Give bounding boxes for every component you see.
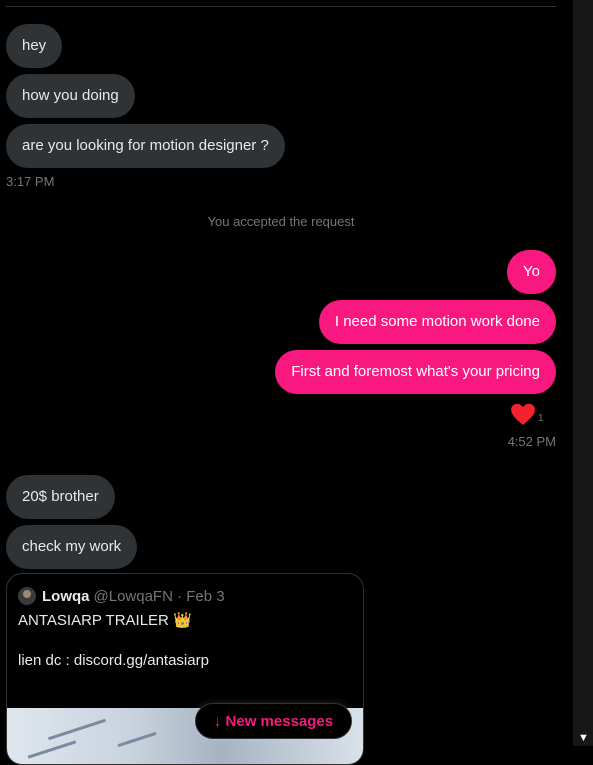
top-divider — [6, 6, 556, 7]
message-bubble-incoming[interactable]: hey — [6, 24, 63, 68]
post-text: ANTASIARP TRAILER 👑 — [18, 611, 192, 631]
post-text-line2: lien dc : discord.gg/antasiarp — [18, 652, 209, 669]
reaction-count: 1 — [538, 412, 544, 424]
message-bubble-incoming[interactable]: check my work — [6, 525, 138, 569]
message-bubble-incoming[interactable]: how you doing — [6, 74, 135, 118]
message-bubble-incoming[interactable]: 20$ brother — [6, 475, 115, 519]
avatar[interactable] — [18, 587, 36, 605]
message-timestamp: 3:17 PM — [6, 174, 55, 189]
post-handle: @LowqaFN · Feb 3 — [93, 587, 225, 605]
heart-icon — [510, 402, 536, 426]
message-bubble-outgoing[interactable]: I need some motion work done — [318, 300, 556, 344]
message-bubble-outgoing[interactable]: First and foremost what's your pricing — [275, 350, 556, 394]
crown-icon: 👑 — [173, 612, 192, 629]
post-header: Lowqa @LowqaFN · Feb 3 — [18, 587, 225, 605]
chevron-down-icon[interactable]: ▼ — [578, 733, 589, 744]
post-text-line1: ANTASIARP TRAILER — [18, 612, 169, 629]
message-timestamp: 4:52 PM — [507, 434, 556, 449]
message-bubble-outgoing[interactable]: Yo — [507, 250, 556, 294]
post-author[interactable]: Lowqa — [42, 588, 90, 605]
scrollbar[interactable]: ▼ — [573, 0, 593, 746]
new-messages-button[interactable]: ↓ New messages — [195, 703, 352, 739]
message-reaction[interactable]: 1 — [510, 402, 544, 426]
message-bubble-incoming[interactable]: are you looking for motion designer ? — [6, 124, 285, 168]
request-accepted-notice: You accepted the request — [207, 214, 355, 229]
